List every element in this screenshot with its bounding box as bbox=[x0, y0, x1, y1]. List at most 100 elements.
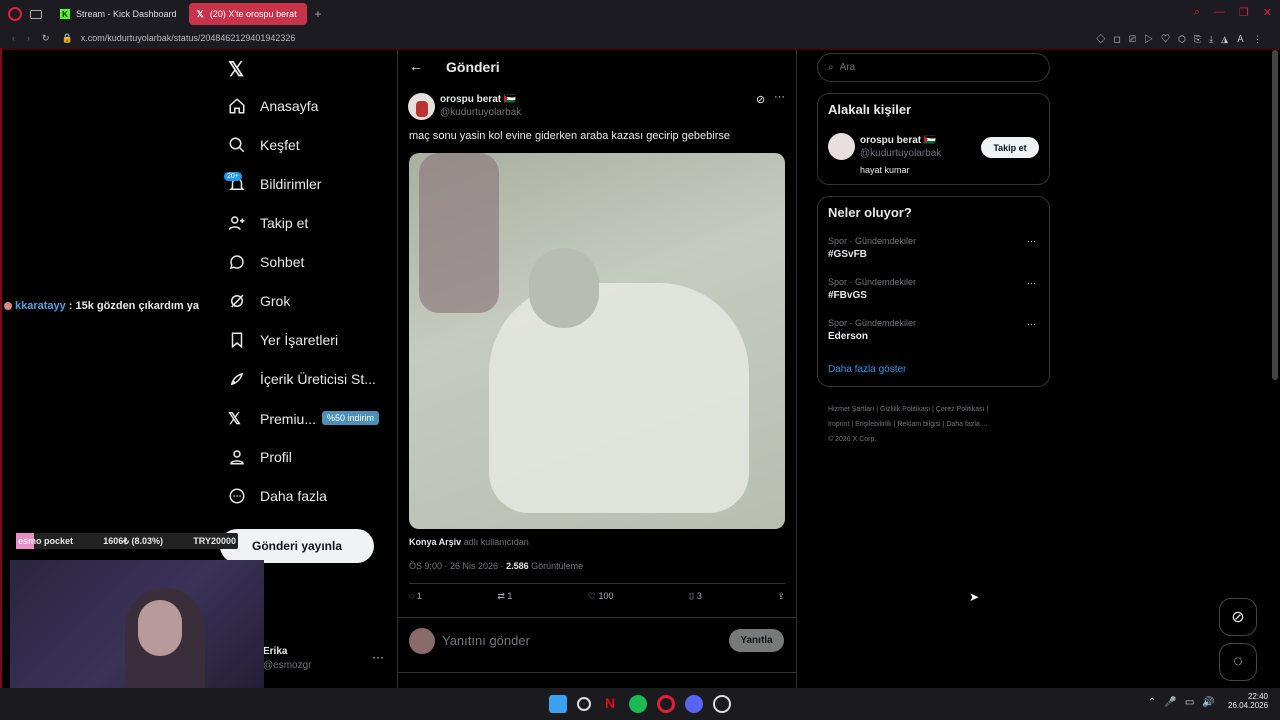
app-icon[interactable] bbox=[713, 695, 731, 713]
maximize-icon[interactable]: ❐ bbox=[1239, 6, 1249, 19]
search-icon: ⌕ bbox=[828, 62, 834, 73]
show-more-link[interactable]: Daha fazla göster bbox=[828, 364, 906, 375]
footer-link[interactable]: Imprint bbox=[828, 421, 849, 428]
source-suffix: adlı kullanıcıdan bbox=[463, 537, 529, 547]
bookmark-count: 3 bbox=[696, 591, 702, 601]
share-icon[interactable]: ⇪ bbox=[777, 591, 785, 602]
reply-action[interactable]: ◌ 1 bbox=[409, 591, 422, 602]
footer-link[interactable]: Reklam bilgisi bbox=[897, 421, 940, 428]
nav-follow[interactable]: Takip et bbox=[228, 214, 308, 232]
trend-more-icon[interactable]: ··· bbox=[1027, 236, 1036, 246]
footer-link[interactable]: Gizlilik Politikası bbox=[880, 406, 930, 413]
post-media[interactable] bbox=[409, 153, 785, 529]
account-name[interactable]: Erika bbox=[263, 646, 287, 657]
chat-icon bbox=[229, 255, 244, 270]
footer-link[interactable]: Çerez Politikası bbox=[936, 406, 985, 413]
copyright: © 2026 X Corp. bbox=[828, 436, 877, 443]
related-avatar[interactable] bbox=[828, 133, 855, 160]
opera-logo-icon[interactable] bbox=[8, 7, 22, 21]
tab-switcher-icon[interactable] bbox=[30, 9, 42, 19]
post-time[interactable]: ÖS 9:00 · 26 Nis 2026 · bbox=[409, 561, 504, 571]
windows-start-icon[interactable] bbox=[549, 695, 567, 713]
back-arrow-icon[interactable]: ← bbox=[409, 58, 423, 74]
scrollbar[interactable] bbox=[1272, 50, 1278, 380]
nav-home[interactable]: Anasayfa bbox=[228, 97, 318, 115]
new-tab-button[interactable]: + bbox=[315, 7, 322, 21]
nav-creator-studio[interactable]: İçerik Üreticisi St... bbox=[228, 370, 376, 388]
nav-label: Takip et bbox=[260, 215, 309, 231]
search-input[interactable]: ⌕ Ara bbox=[817, 53, 1050, 82]
nav-more[interactable]: Daha fazla bbox=[228, 487, 327, 505]
nav-notifications[interactable]: Bildirimler bbox=[228, 175, 321, 193]
extensions-icons[interactable]: ◇◻⎚▷♡⬡⎘⤓◮Ａ⋮ bbox=[1096, 32, 1270, 45]
post-more-icon[interactable]: ··· bbox=[774, 91, 785, 103]
reply-button[interactable]: Yanıtla bbox=[729, 629, 784, 652]
notification-badge: 20+ bbox=[224, 172, 242, 181]
heart-icon: ♡ bbox=[587, 591, 596, 601]
messages-float-button[interactable]: ◌ bbox=[1219, 643, 1257, 681]
view-label: Görüntüleme bbox=[531, 561, 584, 571]
forward-icon[interactable]: › bbox=[27, 33, 30, 43]
footer-links: Hizmet Şartları | Gizlilik Politikası | … bbox=[828, 402, 1048, 447]
chat-overlay: kkaratayy : 15k gözden çıkardım ya bbox=[4, 300, 199, 312]
search-placeholder: Ara bbox=[839, 62, 856, 73]
post-text: maç sonu yasin kol evine giderken araba … bbox=[409, 130, 731, 142]
x-logo-icon[interactable]: 𝕏 bbox=[228, 57, 244, 82]
tab-label: Stream - Kick Dashboard bbox=[76, 9, 177, 19]
account-more-icon[interactable]: ··· bbox=[372, 650, 384, 664]
minimize-icon[interactable]: — bbox=[1214, 6, 1225, 19]
url-field[interactable]: x.com/kudurtuyolarbak/status/20484621294… bbox=[81, 33, 296, 43]
nav-label: Bildirimler bbox=[260, 176, 322, 192]
nav-label: Profil bbox=[260, 449, 292, 465]
trend-item[interactable]: Spor · Gündemdekiler #FBvGS bbox=[828, 277, 916, 301]
trend-more-icon[interactable]: ··· bbox=[1027, 278, 1036, 288]
footer-link[interactable]: Erişilebilirlik bbox=[855, 421, 892, 428]
kick-icon: K bbox=[60, 9, 70, 19]
system-tray: ⌃🎤▭🔊 bbox=[1148, 697, 1223, 708]
nav-chat[interactable]: Sohbet bbox=[228, 253, 304, 271]
footer-link[interactable]: Daha fazla ... bbox=[946, 421, 987, 428]
grok-explain-icon[interactable]: ⊘ bbox=[756, 93, 765, 106]
like-count: 100 bbox=[598, 591, 614, 601]
close-icon[interactable]: ✕ bbox=[1263, 6, 1272, 19]
rocket-icon bbox=[230, 372, 244, 386]
netflix-icon[interactable]: N bbox=[601, 695, 619, 713]
chat-dot-icon bbox=[4, 302, 12, 310]
tab-label: (20) X'te orospu berat bbox=[209, 9, 297, 19]
bookmark-action[interactable]: ⌷ 3 bbox=[689, 591, 702, 602]
nav-bookmarks[interactable]: Yer İşaretleri bbox=[228, 331, 338, 349]
opera-icon[interactable] bbox=[657, 695, 675, 713]
related-bio: hayat kumar bbox=[860, 165, 910, 175]
search-icon[interactable] bbox=[577, 697, 591, 711]
nav-explore[interactable]: Keşfet bbox=[228, 136, 300, 154]
author-handle[interactable]: @kudurtuyolarbak bbox=[440, 107, 521, 118]
lock-icon: 🔒 bbox=[61, 32, 73, 43]
nav-profile[interactable]: Profil bbox=[228, 448, 292, 466]
trend-item[interactable]: Spor · Gündemdekiler #GSvFB bbox=[828, 236, 916, 260]
author-name[interactable]: orospu berat 🇵🇸 bbox=[440, 94, 516, 105]
avatar[interactable] bbox=[408, 93, 435, 120]
tab-x-post[interactable]: 𝕏 (20) X'te orospu berat bbox=[188, 3, 307, 25]
source-user[interactable]: Konya Arşiv bbox=[409, 537, 461, 547]
window-controls: ⌕ — ❐ ✕ bbox=[1194, 6, 1272, 19]
related-name[interactable]: orospu berat 🇵🇸 bbox=[860, 135, 936, 146]
post-button[interactable]: Gönderi yayınla bbox=[220, 529, 374, 563]
follow-button[interactable]: Takip et bbox=[981, 137, 1039, 158]
nav-grok[interactable]: Grok bbox=[228, 292, 290, 310]
trend-item[interactable]: Spor · Gündemdekiler Ederson bbox=[828, 318, 916, 342]
back-icon[interactable]: ‹ bbox=[12, 33, 15, 43]
repost-action[interactable]: ⇄ 1 bbox=[497, 591, 512, 602]
search-icon[interactable]: ⌕ bbox=[1194, 6, 1200, 19]
clock[interactable]: 22:40 26.04.2026 bbox=[1228, 692, 1268, 710]
tab-kick-dashboard[interactable]: K Stream - Kick Dashboard bbox=[52, 3, 185, 25]
grok-float-button[interactable]: ⊘ bbox=[1219, 598, 1257, 636]
like-action[interactable]: ♡ 100 bbox=[588, 591, 614, 602]
discord-icon[interactable] bbox=[685, 695, 703, 713]
trends-title: Neler oluyor? bbox=[828, 205, 912, 220]
spotify-icon[interactable] bbox=[629, 695, 647, 713]
reply-input[interactable]: Yanıtını gönder bbox=[442, 633, 530, 648]
reload-icon[interactable]: ↻ bbox=[42, 33, 50, 44]
nav-premium[interactable]: 𝕏 Premiu... bbox=[228, 409, 316, 429]
footer-link[interactable]: Hizmet Şartları bbox=[828, 406, 874, 413]
trend-more-icon[interactable]: ··· bbox=[1027, 319, 1036, 329]
